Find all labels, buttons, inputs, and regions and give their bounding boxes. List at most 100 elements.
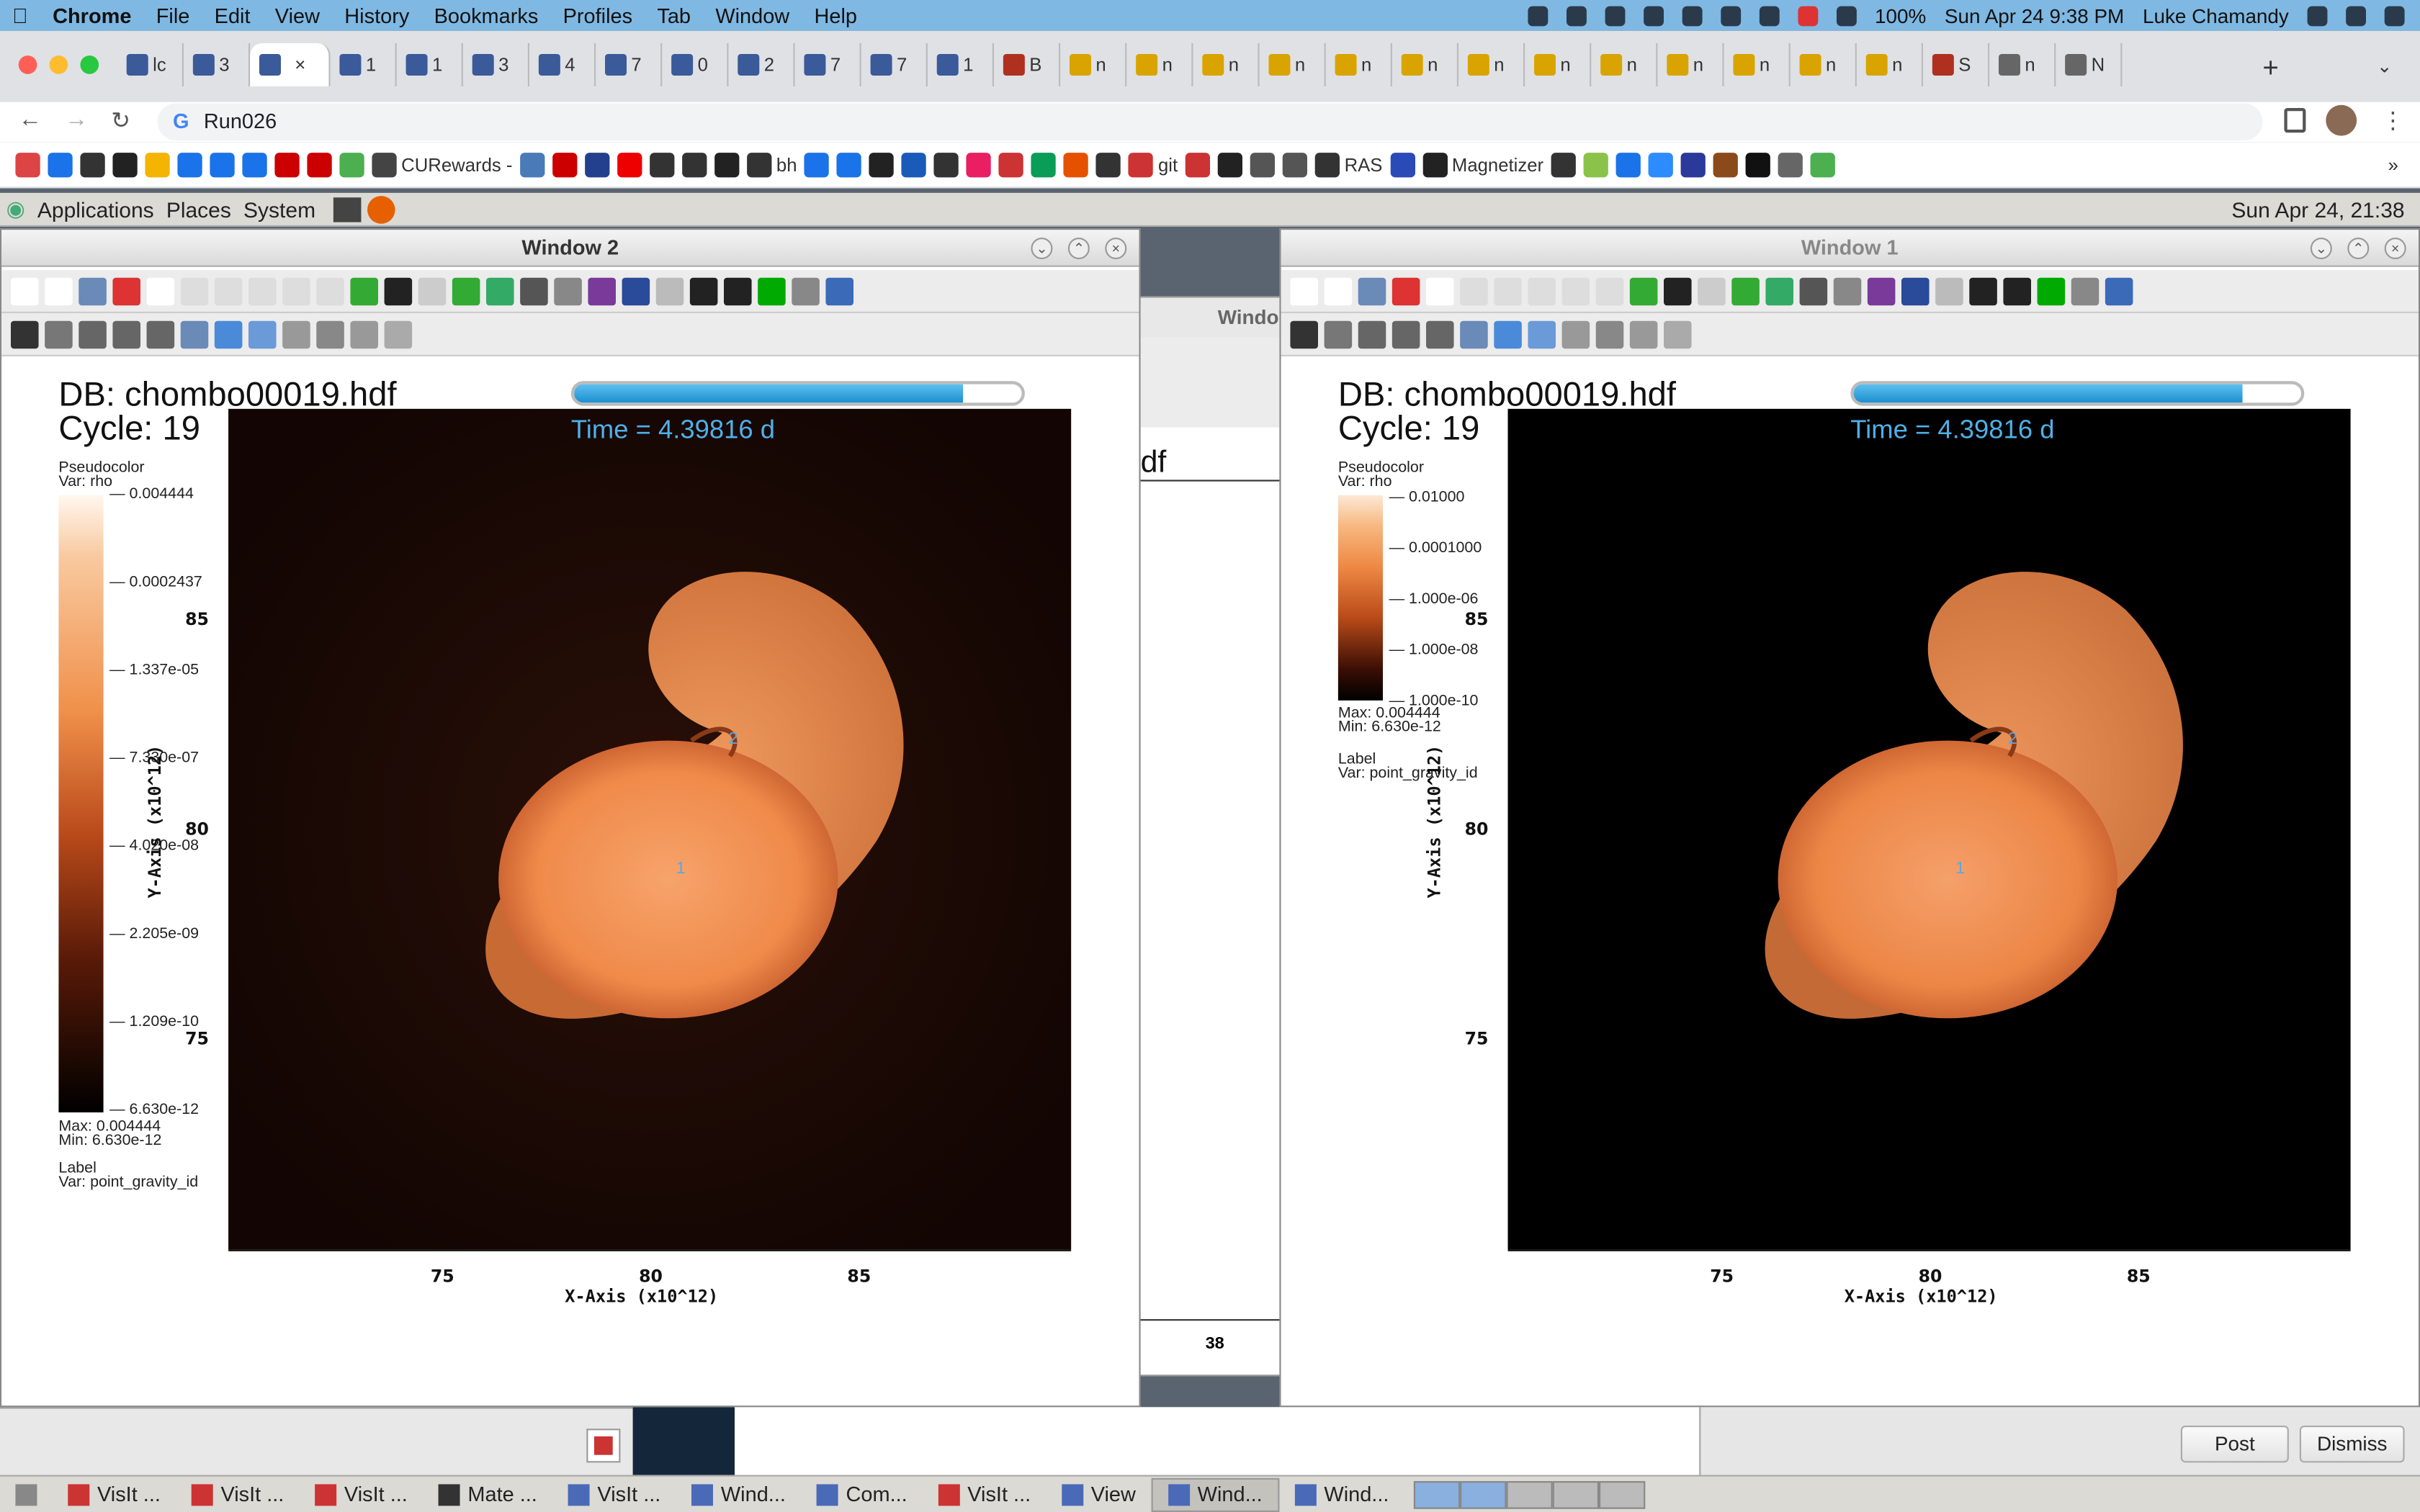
window-1-maximize-icon[interactable]: ⌃: [2347, 238, 2370, 259]
bookmark-item[interactable]: [1680, 152, 1706, 177]
browser-tab[interactable]: 3: [184, 43, 251, 86]
stop-execution-icon[interactable]: [586, 1428, 621, 1463]
browser-tab[interactable]: n: [1657, 43, 1724, 86]
window-1-title[interactable]: Window 1: [1281, 230, 2419, 267]
bookmark-item[interactable]: [1810, 152, 1836, 177]
toolbar-button-icon[interactable]: [350, 320, 378, 348]
bookmark-item[interactable]: [1185, 152, 1211, 177]
menu-applications[interactable]: Applications: [31, 197, 160, 221]
toolbar-button-icon[interactable]: [316, 276, 344, 305]
toolbar-button-icon[interactable]: [1664, 320, 1692, 348]
toolbar-button-icon[interactable]: [282, 320, 310, 348]
spotlight-icon[interactable]: [2307, 5, 2328, 26]
toolbar-button-icon[interactable]: [2105, 276, 2133, 305]
menu-tab[interactable]: Tab: [645, 4, 703, 27]
bookmark-item[interactable]: bh: [747, 152, 797, 177]
browser-tab[interactable]: lc: [117, 43, 184, 86]
toolbar-button-icon[interactable]: [1595, 320, 1624, 348]
window-2-close-icon[interactable]: ×: [1105, 238, 1127, 259]
menu-places[interactable]: Places: [160, 197, 237, 221]
airplay-icon[interactable]: [1643, 5, 1664, 26]
bluetooth-icon[interactable]: [1720, 5, 1741, 26]
toolbar-button-icon[interactable]: [1324, 276, 1353, 305]
terminal-launcher-icon[interactable]: [333, 197, 362, 222]
volume-icon[interactable]: [1836, 5, 1857, 26]
toolbar-button-icon[interactable]: [655, 276, 684, 305]
side-panel-icon[interactable]: [2284, 108, 2306, 133]
bookmark-item[interactable]: [902, 152, 927, 177]
toolbar-button-icon[interactable]: [689, 276, 718, 305]
toolbar-button-icon[interactable]: [214, 276, 243, 305]
toolbar-button-icon[interactable]: [1731, 276, 1760, 305]
toolbar-button-icon[interactable]: [1833, 276, 1862, 305]
bookmark-item[interactable]: [934, 152, 959, 177]
tab-close-icon[interactable]: ×: [295, 54, 305, 76]
toolbar-button-icon[interactable]: [622, 276, 650, 305]
bookmarks-overflow-icon[interactable]: »: [2388, 153, 2420, 175]
taskbar-item[interactable]: Mate ...: [423, 1482, 552, 1506]
browser-tab[interactable]: n: [1126, 43, 1193, 86]
toolbar-button-icon[interactable]: [180, 320, 209, 348]
workspace-switcher[interactable]: [1413, 1480, 1646, 1508]
toolbar-button-icon[interactable]: [248, 276, 277, 305]
taskbar-item[interactable]: VisIt ...: [176, 1482, 299, 1506]
back-arrow-icon[interactable]: ←: [19, 107, 42, 132]
new-tab-button[interactable]: +: [2262, 53, 2279, 85]
toolbar-button-icon[interactable]: [1664, 276, 1692, 305]
toolbar-button-icon[interactable]: [1290, 320, 1318, 348]
bookmark-item[interactable]: [1583, 152, 1609, 177]
profile-avatar[interactable]: [2326, 104, 2357, 136]
workspace-tile[interactable]: [1413, 1480, 1461, 1508]
toolbar-button-icon[interactable]: [554, 276, 582, 305]
notification-center-icon[interactable]: [2384, 5, 2405, 26]
toolbar-button-icon[interactable]: [1494, 320, 1522, 348]
browser-tab[interactable]: n: [1525, 43, 1592, 86]
taskbar-item[interactable]: VisIt ...: [552, 1482, 676, 1506]
taskbar-item[interactable]: VisIt ...: [923, 1482, 1046, 1506]
workspace-tile[interactable]: [1460, 1480, 1507, 1508]
gnome-clock[interactable]: Sun Apr 24, 21:38: [2231, 197, 2420, 221]
toolbar-button-icon[interactable]: [384, 320, 413, 348]
taskbar-item[interactable]: Wind...: [1279, 1482, 1404, 1506]
minimize-window-icon[interactable]: [49, 55, 68, 74]
window-2-title[interactable]: Window 2: [1, 230, 1139, 267]
bookmark-item[interactable]: [837, 152, 862, 177]
browser-tab[interactable]: 0: [662, 43, 729, 86]
menu-history[interactable]: History: [332, 4, 421, 27]
dismiss-button[interactable]: Dismiss: [2299, 1425, 2405, 1463]
window-2-maximize-icon[interactable]: ⌃: [1067, 238, 1090, 259]
window-1-plot-area[interactable]: DB: chombo00019.hdf Cycle: 19 2 1 Time =…: [1281, 359, 2419, 1406]
bookmark-item[interactable]: [48, 152, 73, 177]
browser-tab[interactable]: 1: [928, 43, 994, 86]
toolbar-button-icon[interactable]: [1528, 276, 1556, 305]
bookmark-item[interactable]: [585, 152, 610, 177]
toolbar-button-icon[interactable]: [1935, 276, 1963, 305]
toolbar-button-icon[interactable]: [1392, 320, 1420, 348]
toolbar-button-icon[interactable]: [2037, 276, 2066, 305]
bookmark-item[interactable]: CURewards -: [372, 152, 512, 177]
toolbar-button-icon[interactable]: [180, 276, 209, 305]
toolbar-button-icon[interactable]: [146, 276, 175, 305]
wifi-icon[interactable]: [1759, 5, 1780, 26]
browser-tab[interactable]: 3: [463, 43, 529, 86]
bookmark-item[interactable]: RAS: [1314, 152, 1382, 177]
menu-profiles[interactable]: Profiles: [550, 4, 645, 27]
toolbar-button-icon[interactable]: [520, 276, 548, 305]
browser-tab[interactable]: n: [1060, 43, 1127, 86]
toolbar-button-icon[interactable]: [384, 276, 413, 305]
tab-search-icon[interactable]: ⌄: [2377, 55, 2393, 77]
browser-tab[interactable]: n: [1260, 43, 1326, 86]
apple-icon[interactable]: : [0, 4, 40, 27]
toolbar-button-icon[interactable]: [1425, 320, 1454, 348]
bookmark-item[interactable]: [80, 152, 105, 177]
bookmark-item[interactable]: [112, 152, 138, 177]
background-window-toolbar-2[interactable]: [1140, 381, 1283, 428]
taskbar-item[interactable]: VisIt ...: [300, 1482, 423, 1506]
toolbar-button-icon[interactable]: [1765, 276, 1793, 305]
chrome-menu-icon[interactable]: ⋮: [2381, 107, 2404, 134]
menu-file[interactable]: File: [144, 4, 202, 27]
flag-icon[interactable]: [1797, 5, 1818, 26]
zoom-window-icon[interactable]: [80, 55, 99, 74]
toolbar-button-icon[interactable]: [248, 320, 277, 348]
toolbar-button-icon[interactable]: [2071, 276, 2099, 305]
